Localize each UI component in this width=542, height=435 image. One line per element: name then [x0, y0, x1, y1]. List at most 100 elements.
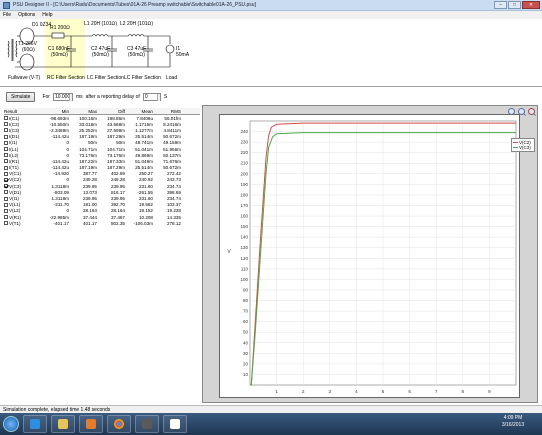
row-checkbox[interactable] [4, 116, 8, 121]
table-row[interactable]: I(L1) 0 104.71m 104.71m 51.041m 51.956m [4, 146, 200, 152]
row-max: 249.28 [82, 177, 97, 183]
table-row[interactable]: I(L2) 0 73.176m 73.176m 49.869m 50.137m [4, 152, 200, 158]
table-row[interactable]: V(L2) 0 28.164 28.164 19.152 19.228 [4, 208, 200, 214]
duration-spinner[interactable] [68, 94, 72, 101]
row-checkbox[interactable] [4, 140, 8, 145]
table-row[interactable]: V(C3) 1.3118m 239.95 239.95 231.60 234.74 [4, 183, 200, 189]
menu-help[interactable]: Help [42, 12, 52, 18]
table-header: Result Min Max Diff Mean RMS [4, 108, 200, 115]
menu-file[interactable]: File [3, 12, 11, 18]
row-diff: 43.568m [107, 121, 125, 127]
y-tick-label: 140 [240, 235, 248, 240]
row-max: 37.444 [82, 214, 97, 220]
close-button[interactable]: ✕ [522, 1, 540, 9]
row-mean: 51.041m [135, 146, 153, 152]
y-tick-label: 80 [243, 298, 249, 303]
table-row[interactable]: V(D1) -803.09 13.073 816.17 -261.55 398.69 [4, 189, 200, 195]
row-min: -10.550m [49, 121, 69, 127]
row-name: I(C3) [9, 127, 20, 133]
row-checkbox[interactable] [4, 202, 8, 207]
table-row[interactable]: I(D1) -114.42u 187.19m 187.29m 25.514m 50.672… [4, 134, 200, 140]
zoom-reset-icon[interactable] [528, 108, 535, 115]
delay-spinner[interactable] [156, 94, 160, 101]
row-diff: 802.35 [110, 220, 125, 226]
delay-input[interactable]: 0 [142, 93, 161, 101]
table-row[interactable]: V(I1) 1.3118m 239.95 239.95 231.60 234.74 [4, 195, 200, 201]
plot-area[interactable]: 10 20 30 40 50 60 70 80 90 100 110 120 130 140 150 160 1… [219, 114, 520, 398]
row-max: 239.95 [82, 183, 97, 189]
row-checkbox[interactable] [4, 190, 8, 195]
header-result[interactable]: Result [4, 109, 42, 114]
label-c1-sub: (50mΩ) [51, 52, 68, 58]
menu-options[interactable]: Options [18, 12, 35, 18]
table-row[interactable]: V(R1) -22.985m 37.444 37.467 10.208 14.335 [4, 214, 200, 220]
row-rms: 14.335 [166, 214, 181, 220]
header-max[interactable]: Max [70, 109, 98, 114]
taskbar-app-icon[interactable] [135, 415, 159, 433]
table-row[interactable]: I(C1) -98.693m 100.16m 198.86m 7.8408u 56.01f… [4, 115, 200, 121]
row-checkbox[interactable] [4, 134, 8, 139]
row-mean: 19.562 [138, 202, 153, 208]
table-row[interactable]: V(C2) 0 249.28 249.28 240.92 243.73 [4, 177, 200, 183]
row-name: I(L1) [9, 146, 19, 152]
schematic-panel[interactable]: D1 0Z34 T1 266V (60Ω) R1 200Ω C1 680nF (… [0, 19, 200, 85]
row-checkbox[interactable] [4, 208, 8, 213]
minimize-button[interactable]: – [494, 1, 507, 9]
row-result: I(L2) [4, 153, 42, 158]
taskbar-psu-designer-icon[interactable] [163, 415, 187, 433]
table-row[interactable]: V(T1) -401.17 401.17 802.35 -106.03m 278.12 [4, 220, 200, 226]
taskbar-folder-icon[interactable] [51, 415, 75, 433]
row-checkbox[interactable] [4, 165, 8, 170]
row-checkbox[interactable] [4, 159, 8, 164]
row-checkbox[interactable] [4, 147, 8, 152]
row-checkbox[interactable] [4, 128, 8, 133]
table-row[interactable]: I(C2) -10.550m 33.018m 43.568m 1.1715m 8.2416… [4, 121, 200, 127]
header-rms[interactable]: RMS [154, 109, 182, 114]
row-rms: 71.676m [163, 158, 181, 164]
y-tick-label: 130 [240, 245, 248, 250]
header-mean[interactable]: Mean [126, 109, 154, 114]
y-tick-label: 200 [240, 171, 248, 176]
label-lc1-section: LC Filter Section [87, 75, 124, 81]
row-mean: 231.60 [138, 196, 153, 202]
table-row[interactable]: V(C1) -14.920 387.77 402.59 250.27 272.42 [4, 171, 200, 177]
row-mean: 25.514m [135, 134, 153, 140]
duration-input[interactable]: 10.000 [52, 93, 73, 101]
y-axis-label: V [227, 249, 231, 255]
row-checkbox[interactable] [4, 122, 8, 127]
row-checkbox[interactable] [4, 153, 8, 158]
system-clock[interactable]: 4:09 PM 3/16/2013 [488, 415, 538, 429]
simulate-button[interactable]: Simulate [6, 92, 36, 102]
table-row[interactable]: I(R1) -114.42u 187.22m 187.33m 51.049m 71.676… [4, 158, 200, 164]
taskbar-ie-icon[interactable] [23, 415, 47, 433]
delay-value: 0 [144, 94, 148, 100]
row-checkbox[interactable] [4, 221, 8, 226]
row-rms: 4.8411m [163, 127, 181, 133]
table-row[interactable]: I(T1) -114.42u 187.19m 187.29m 25.514m 50.672… [4, 165, 200, 171]
legend-swatch-vc3 [513, 147, 518, 148]
start-button[interactable] [3, 416, 19, 432]
maximize-button[interactable]: □ [508, 1, 521, 9]
row-diff: 187.33m [107, 158, 125, 164]
clock-time: 4:09 PM [503, 415, 523, 421]
row-rms: 49.159m [163, 140, 181, 146]
taskbar-chrome-icon[interactable] [107, 415, 131, 433]
table-row[interactable]: I(I1) 0 50m 50m 48.741m 49.159m [4, 140, 200, 146]
label-lc2-section: LC Filter Section [124, 75, 161, 81]
row-name: V(C2) [9, 177, 21, 183]
taskbar-media-icon[interactable] [79, 415, 103, 433]
row-checkbox[interactable] [4, 196, 8, 201]
header-diff[interactable]: Diff [98, 109, 126, 114]
graph-pane: 10 20 30 40 50 60 70 80 90 100 110 120 130 140 150 160 1… [202, 105, 538, 403]
app-icon [3, 1, 10, 9]
row-checkbox[interactable] [4, 215, 8, 220]
row-checkbox[interactable] [4, 184, 8, 189]
label-load: Load [166, 75, 178, 81]
header-min[interactable]: Min [42, 109, 70, 114]
table-row[interactable]: I(C3) -2.3469m 25.252m 27.599m 1.1277m 4.8411… [4, 127, 200, 133]
row-checkbox[interactable] [4, 177, 8, 182]
table-row[interactable]: V(L1) -211.70 181.00 392.70 19.562 103.37 [4, 202, 200, 208]
results-table[interactable]: Result Min Max Diff Mean RMS I(C1) -98.69… [4, 108, 200, 226]
row-checkbox[interactable] [4, 171, 8, 176]
y-tick-label: 40 [243, 340, 249, 345]
